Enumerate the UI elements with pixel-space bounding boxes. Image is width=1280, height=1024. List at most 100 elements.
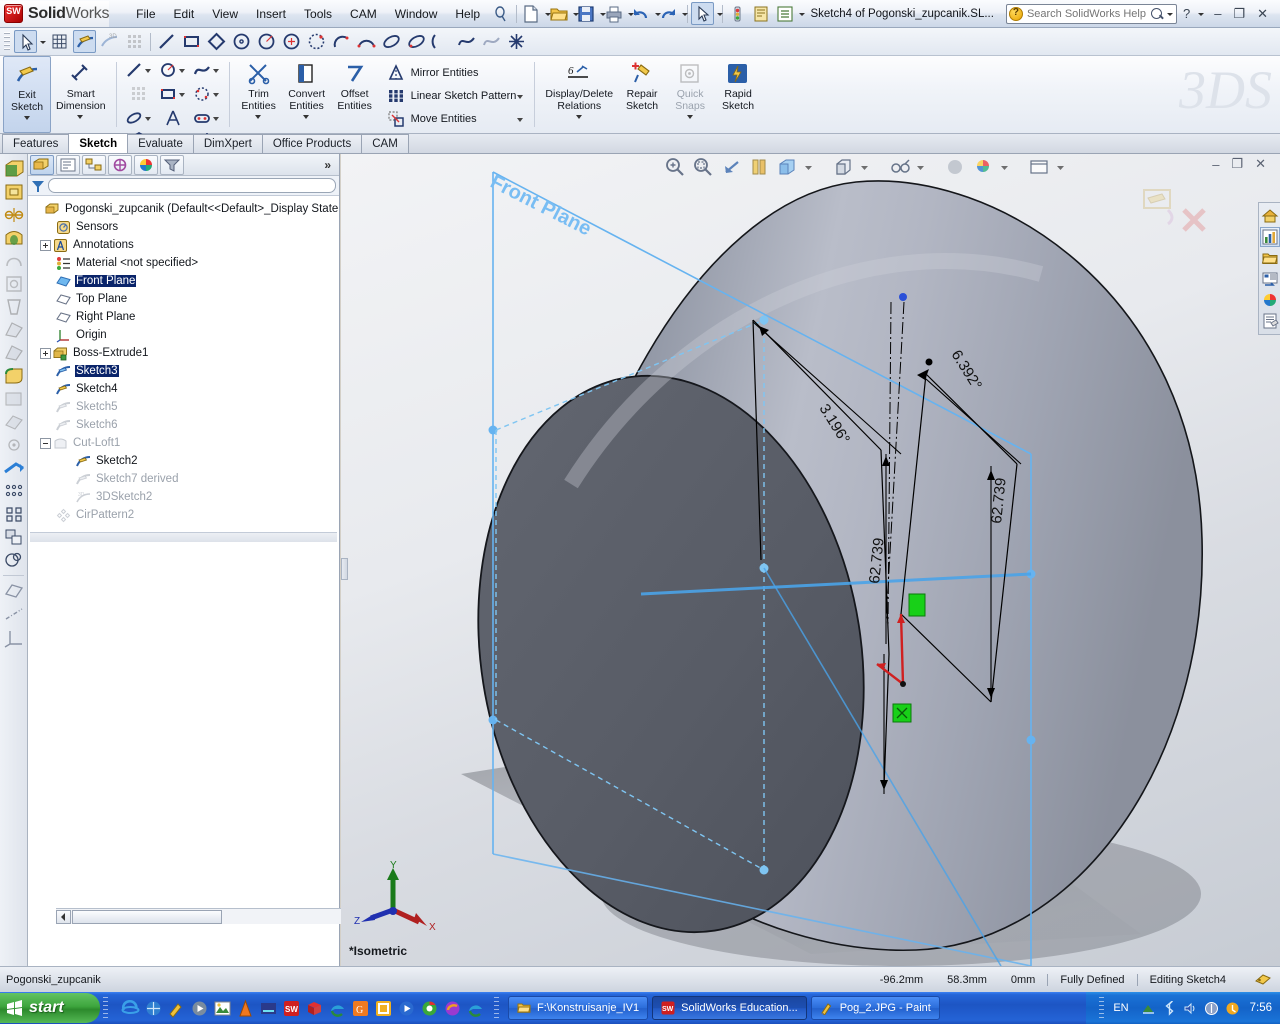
configuration-manager-tab[interactable]	[82, 154, 106, 175]
perimeter-circle-icon[interactable]	[280, 30, 303, 53]
home-icon[interactable]	[1260, 206, 1280, 226]
scroll-thumb[interactable]	[72, 909, 222, 924]
display-delete-relations-button[interactable]: 6 Display/Delete Relations	[540, 56, 618, 133]
section-view-icon[interactable]	[748, 156, 770, 178]
media-player-icon[interactable]	[397, 999, 416, 1018]
ellipse-dropdown[interactable]	[144, 109, 153, 127]
spline-dropdown[interactable]	[212, 61, 221, 79]
menu-item-cam[interactable]: CAM	[341, 4, 386, 24]
fillet-icon[interactable]	[2, 365, 26, 387]
search-dropdown[interactable]	[1165, 3, 1174, 25]
tangent-arc-icon[interactable]	[330, 30, 353, 53]
tab-features[interactable]: Features	[2, 134, 70, 153]
quick-snaps-button[interactable]: Quick Snaps	[666, 56, 714, 133]
zoom-to-area-icon[interactable]	[692, 156, 714, 178]
panel-expand-handle[interactable]	[341, 558, 348, 580]
lofted-boss-icon[interactable]	[2, 227, 26, 249]
line-cell[interactable]	[124, 60, 153, 80]
annotations-expander[interactable]	[40, 239, 51, 251]
edit-appearance-icon[interactable]	[944, 156, 966, 178]
select-arrow-icon[interactable]	[14, 30, 37, 53]
search-input[interactable]	[1026, 7, 1147, 20]
quick-snaps-dropdown[interactable]	[686, 113, 695, 121]
redo-dropdown[interactable]	[680, 3, 690, 25]
ellipse-cell[interactable]	[124, 108, 153, 128]
trim-entities-button[interactable]: Trim Entities	[235, 56, 283, 133]
circle-icon[interactable]	[158, 60, 178, 80]
equation-spline-icon[interactable]	[480, 30, 503, 53]
move-entities-dropdown[interactable]	[516, 110, 530, 128]
circular-pattern-icon[interactable]	[2, 526, 26, 548]
rib-icon[interactable]	[2, 411, 26, 433]
tree-node-sketch3[interactable]: Sketch3	[30, 362, 337, 380]
tree-node-origin[interactable]: Origin	[30, 326, 337, 344]
previous-view-icon[interactable]	[720, 156, 742, 178]
line-dropdown[interactable]	[144, 61, 153, 79]
tree-filter-input[interactable]	[48, 178, 336, 193]
tree-node-sketch6[interactable]: Sketch6	[30, 416, 337, 434]
print-icon[interactable]	[603, 3, 625, 25]
rectangle-icon[interactable]	[158, 84, 178, 104]
tree-node-sketch5[interactable]: Sketch5	[30, 398, 337, 416]
smart-dimension-button[interactable]: Smart Dimension	[51, 56, 111, 133]
convert-entities-button[interactable]: Convert Entities	[283, 56, 331, 133]
tree-node-part[interactable]: Pogonski_zupcanik (Default<<Default>_Dis…	[30, 200, 339, 218]
new-document-dropdown[interactable]	[543, 3, 553, 25]
tree-node-top-plane[interactable]: Top Plane	[30, 290, 337, 308]
chamfer-icon[interactable]	[2, 388, 26, 410]
office-icon[interactable]	[374, 999, 393, 1018]
select-dropdown[interactable]	[715, 3, 725, 25]
close-button[interactable]: ✕	[1251, 6, 1274, 22]
help-button[interactable]: ?	[1177, 6, 1196, 21]
appearances-icon[interactable]	[1260, 290, 1280, 310]
new-document-icon[interactable]	[520, 3, 542, 25]
ellipse-icon[interactable]	[124, 108, 144, 128]
winamp-icon[interactable]	[259, 999, 278, 1018]
tree-node-3dsketch2[interactable]: 3D 3DSketch2	[30, 488, 337, 506]
menu-item-file[interactable]: File	[127, 4, 164, 24]
tree-node-cirpattern2[interactable]: CirPattern2	[30, 506, 337, 524]
display-style-dropdown[interactable]	[860, 156, 882, 178]
open-folder-icon[interactable]	[548, 3, 570, 25]
text-cell[interactable]	[163, 108, 183, 128]
slot-cell[interactable]	[192, 108, 221, 128]
swept-boss-icon[interactable]	[2, 204, 26, 226]
menu-item-help[interactable]: Help	[446, 4, 489, 24]
parabola-icon[interactable]	[430, 30, 453, 53]
solidworks-icon[interactable]: SW	[282, 999, 301, 1018]
redo-icon[interactable]	[657, 3, 679, 25]
doc-close-button[interactable]: ✕	[1249, 156, 1272, 172]
linear-pattern-icon[interactable]	[2, 503, 26, 525]
photo-icon[interactable]	[213, 999, 232, 1018]
parallelogram-icon[interactable]	[205, 30, 228, 53]
tray-gripper[interactable]	[1099, 997, 1105, 1019]
rectangle-cell[interactable]	[158, 84, 187, 104]
more-tabs-button[interactable]: »	[324, 158, 337, 172]
edit-appearance-icon[interactable]	[750, 3, 772, 25]
trim-entities-dropdown[interactable]	[254, 113, 263, 121]
design-library-icon[interactable]	[1260, 248, 1280, 268]
spline-icon[interactable]	[192, 60, 212, 80]
tree-node-right-plane[interactable]: Right Plane	[30, 308, 337, 326]
hole-wizard-icon[interactable]	[2, 296, 26, 318]
tree-node-sketch7-derived[interactable]: Sketch7 derived	[30, 470, 337, 488]
display-delete-relations-dropdown[interactable]	[575, 113, 584, 121]
undo-icon[interactable]	[630, 3, 652, 25]
paint-brush-icon[interactable]	[167, 999, 186, 1018]
help-pointer-icon[interactable]	[490, 3, 512, 25]
tree-horizontal-scrollbar[interactable]	[56, 908, 368, 924]
tab-evaluate[interactable]: Evaluate	[127, 134, 194, 153]
sketch-pencil-icon[interactable]	[73, 30, 96, 53]
restore-button[interactable]: ❐	[1227, 6, 1251, 22]
firefox-icon[interactable]	[443, 999, 462, 1018]
volume-icon[interactable]	[1183, 1001, 1198, 1016]
start-button[interactable]: start	[0, 993, 100, 1023]
circle-dropdown[interactable]	[178, 61, 187, 79]
network-icon[interactable]	[1141, 1001, 1156, 1016]
save-icon[interactable]	[575, 3, 597, 25]
toolbar-gripper[interactable]	[4, 31, 10, 52]
display-style-icon[interactable]	[832, 156, 854, 178]
axis-icon[interactable]	[2, 603, 26, 625]
view-settings-icon[interactable]	[1028, 156, 1050, 178]
spline-icon[interactable]	[455, 30, 478, 53]
